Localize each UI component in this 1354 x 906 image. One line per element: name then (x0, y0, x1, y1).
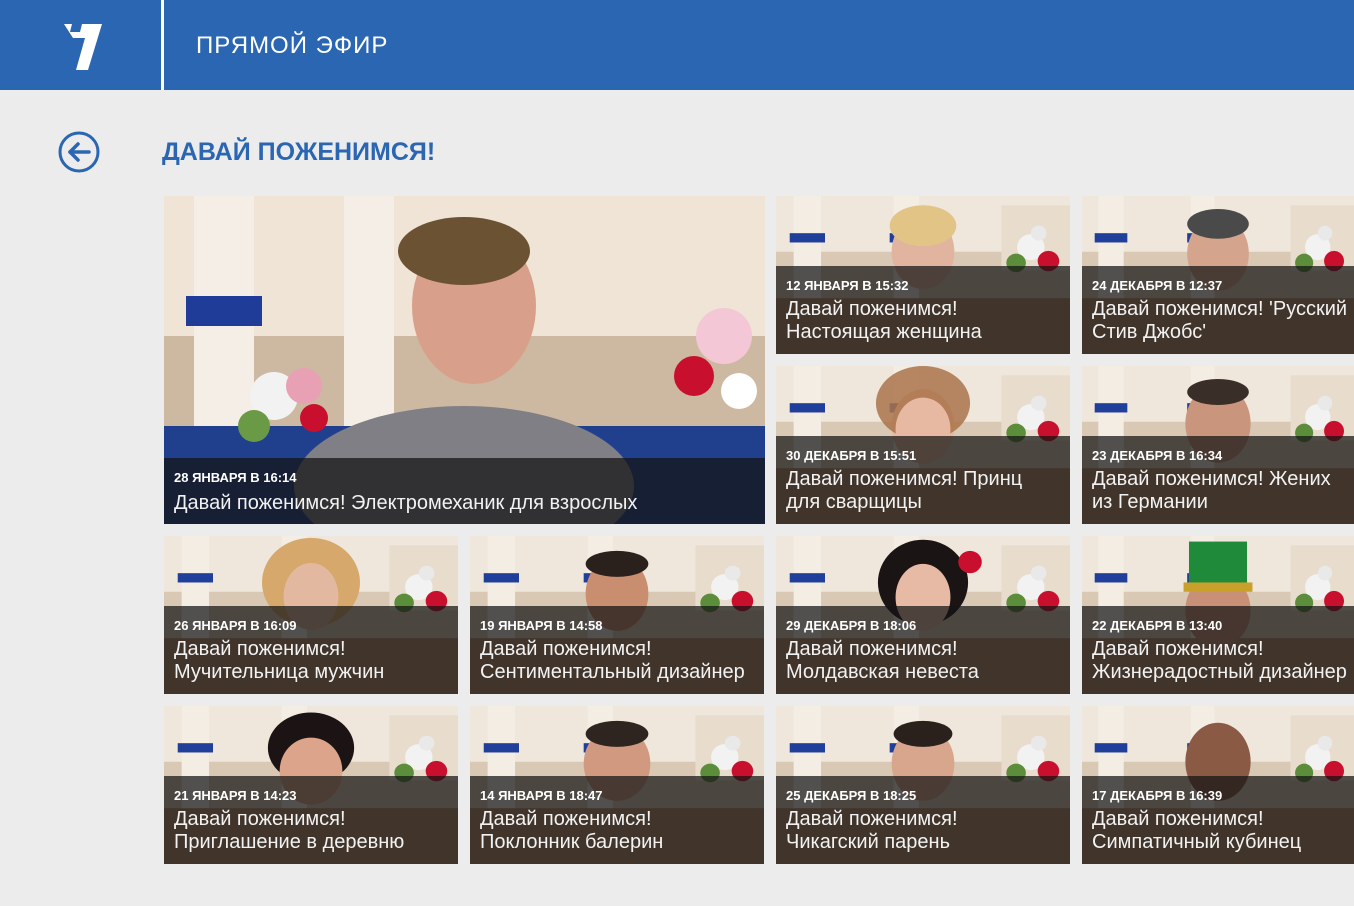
back-arrow-icon (58, 131, 100, 173)
episode-date: 14 ЯНВАРЯ В 18:47 (480, 788, 603, 803)
episode-tile[interactable]: 25 ДЕКАБРЯ В 18:25 Давай поженимся! Чика… (776, 706, 1070, 864)
episode-caption: 21 ЯНВАРЯ В 14:23 Давай поженимся! Пригл… (164, 776, 458, 864)
episode-tile[interactable]: 21 ЯНВАРЯ В 14:23 Давай поженимся! Пригл… (164, 706, 458, 864)
channel-one-logo-icon (64, 24, 102, 70)
episode-caption: 29 ДЕКАБРЯ В 18:06 Давай поженимся! Молд… (776, 606, 1070, 694)
episode-caption: 17 ДЕКАБРЯ В 16:39 Давай поженимся! Симп… (1082, 776, 1354, 864)
episode-date: 23 ДЕКАБРЯ В 16:34 (1092, 448, 1223, 463)
episode-date: 24 ДЕКАБРЯ В 12:37 (1092, 278, 1223, 293)
episode-tile[interactable]: 19 ЯНВАРЯ В 14:58 Давай поженимся! Сенти… (470, 536, 764, 694)
episode-date: 22 ДЕКАБРЯ В 13:40 (1092, 618, 1223, 633)
episode-date: 26 ЯНВАРЯ В 16:09 (174, 618, 297, 633)
episode-title: Давай поженимся! Электромеханик для взро… (174, 492, 638, 514)
episode-caption: 23 ДЕКАБРЯ В 16:34 Давай поженимся! Жени… (1082, 436, 1354, 524)
header-divider (161, 0, 164, 90)
episode-title: Давай поженимся! 'Русский Стив Джобс' (1092, 298, 1348, 343)
episode-caption: 22 ДЕКАБРЯ В 13:40 Давай поженимся! Жизн… (1082, 606, 1354, 694)
episode-caption: 12 ЯНВАРЯ В 15:32 Давай поженимся! Насто… (776, 266, 1070, 354)
episode-date: 21 ЯНВАРЯ В 14:23 (174, 788, 297, 803)
episode-date: 25 ДЕКАБРЯ В 18:25 (786, 788, 917, 803)
episode-caption: 19 ЯНВАРЯ В 14:58 Давай поженимся! Сенти… (470, 606, 764, 694)
episode-date: 30 ДЕКАБРЯ В 15:51 (786, 448, 917, 463)
page-title: ДАВАЙ ПОЖЕНИМСЯ! (162, 138, 436, 166)
episode-caption: 24 ДЕКАБРЯ В 12:37 Давай поженимся! 'Рус… (1082, 266, 1354, 354)
episode-title: Давай поженимся! Молдавская невеста (786, 638, 979, 683)
live-broadcast-link[interactable]: ПРЯМОЙ ЭФИР (196, 32, 388, 60)
episode-date: 19 ЯНВАРЯ В 14:58 (480, 618, 603, 633)
episode-title: Давай поженимся! Поклонник балерин (480, 808, 664, 853)
episode-title: Давай поженимся! Настоящая женщина (786, 298, 982, 343)
episode-title: Давай поженимся! Жизнерадостный дизайнер (1092, 638, 1347, 683)
episode-caption: 14 ЯНВАРЯ В 18:47 Давай поженимся! Покло… (470, 776, 764, 864)
episode-tile[interactable]: 26 ЯНВАРЯ В 16:09 Давай поженимся! Мучит… (164, 536, 458, 694)
episode-title: Давай поженимся! Симпатичный кубинец (1092, 808, 1302, 853)
episode-title: Давай поженимся! Принц для сварщицы (786, 468, 1023, 513)
episode-title: Давай поженимся! Чикагский парень (786, 808, 958, 853)
top-bar: ПРЯМОЙ ЭФИР (0, 0, 1354, 90)
episode-title: Давай поженимся! Приглашение в деревню (174, 808, 405, 853)
episode-title: Давай поженимся! Мучительница мужчин (174, 638, 385, 683)
episode-date: 17 ДЕКАБРЯ В 16:39 (1092, 788, 1223, 803)
episode-caption: 26 ЯНВАРЯ В 16:09 Давай поженимся! Мучит… (164, 606, 458, 694)
episode-tile[interactable]: 17 ДЕКАБРЯ В 16:39 Давай поженимся! Симп… (1082, 706, 1354, 864)
episode-tile[interactable]: 30 ДЕКАБРЯ В 15:51 Давай поженимся! Прин… (776, 366, 1070, 524)
episode-tile[interactable]: 23 ДЕКАБРЯ В 16:34 Давай поженимся! Жени… (1082, 366, 1354, 524)
episode-caption: 28 ЯНВАРЯ В 16:14 Давай поженимся! Элект… (164, 458, 765, 524)
episode-title: Давай поженимся! Жених из Германии (1092, 468, 1331, 513)
channel-logo[interactable] (0, 0, 161, 90)
episode-date: 28 ЯНВАРЯ В 16:14 (174, 470, 297, 485)
episode-caption: 25 ДЕКАБРЯ В 18:25 Давай поженимся! Чика… (776, 776, 1070, 864)
episode-caption: 30 ДЕКАБРЯ В 15:51 Давай поженимся! Прин… (776, 436, 1070, 524)
episode-tile[interactable]: 22 ДЕКАБРЯ В 13:40 Давай поженимся! Жизн… (1082, 536, 1354, 694)
episode-date: 12 ЯНВАРЯ В 15:32 (786, 278, 909, 293)
episode-tile[interactable]: 14 ЯНВАРЯ В 18:47 Давай поженимся! Покло… (470, 706, 764, 864)
episode-tile[interactable]: 29 ДЕКАБРЯ В 18:06 Давай поженимся! Молд… (776, 536, 1070, 694)
episode-title: Давай поженимся! Сентиментальный дизайне… (480, 638, 745, 683)
episode-tile[interactable]: 24 ДЕКАБРЯ В 12:37 Давай поженимся! 'Рус… (1082, 196, 1354, 354)
featured-episode-tile[interactable]: 28 ЯНВАРЯ В 16:14 Давай поженимся! Элект… (164, 196, 765, 524)
back-button[interactable] (58, 131, 100, 173)
episode-tile[interactable]: 12 ЯНВАРЯ В 15:32 Давай поженимся! Насто… (776, 196, 1070, 354)
episode-date: 29 ДЕКАБРЯ В 18:06 (786, 618, 917, 633)
